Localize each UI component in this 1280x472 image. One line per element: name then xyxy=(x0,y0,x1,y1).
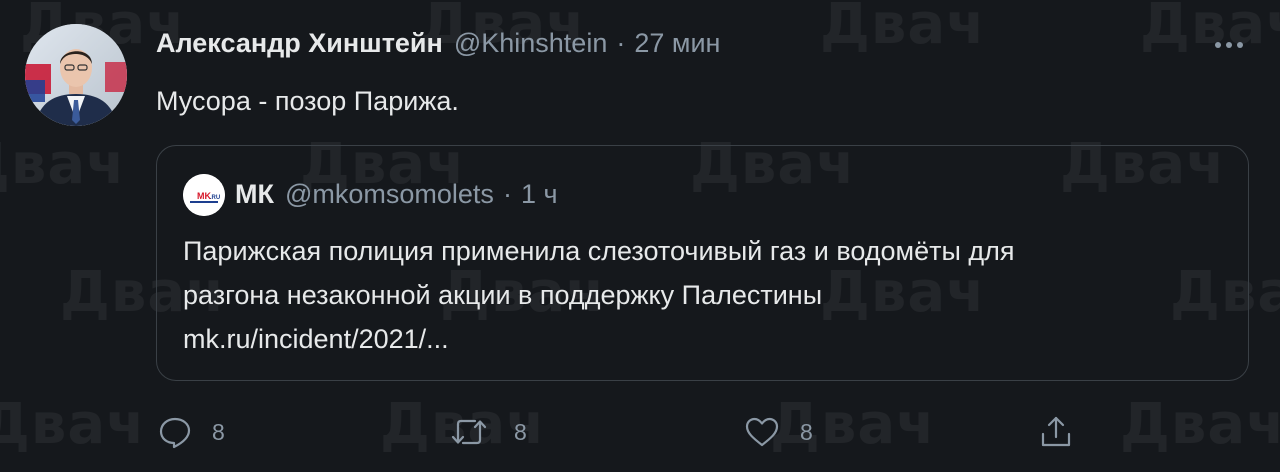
share-button[interactable] xyxy=(1038,408,1074,456)
tweet-page: Двач Двач Двач Двач Двач Двач Двач Двач … xyxy=(0,0,1280,472)
quote-timestamp[interactable]: 1 ч xyxy=(521,179,558,210)
more-options-button[interactable] xyxy=(1210,30,1254,60)
quote-text-line: разгона незаконной акции в поддержку Пал… xyxy=(183,280,823,310)
like-button[interactable]: 8 xyxy=(744,408,813,456)
tweet[interactable]: Александр Хинштейн @Khinshtein · 27 мин … xyxy=(0,0,1280,472)
reply-count: 8 xyxy=(212,418,225,445)
header-separator: · xyxy=(616,28,626,58)
quote-author-name[interactable]: МК xyxy=(235,179,274,210)
svg-text:.RU: .RU xyxy=(210,195,220,201)
reply-icon xyxy=(159,417,191,449)
like-count: 8 xyxy=(800,418,813,445)
share-icon xyxy=(1041,416,1071,447)
author-handle[interactable]: @Khinshtein xyxy=(454,28,608,59)
quote-text: Парижская полиция применила слезоточивый… xyxy=(183,229,1015,361)
retweet-count: 8 xyxy=(514,418,527,445)
reply-button[interactable]: 8 xyxy=(158,408,225,456)
quote-author-handle[interactable]: @mkomsomolets xyxy=(285,179,494,210)
author-avatar[interactable] xyxy=(25,24,127,126)
tweet-timestamp[interactable]: 27 мин xyxy=(634,28,720,59)
retweet-button[interactable]: 8 xyxy=(450,408,527,456)
retweet-icon xyxy=(451,419,487,445)
quote-header: МК @mkomsomolets · 1 ч xyxy=(235,179,558,210)
quoted-tweet[interactable]: MK .RU МК @mkomsomolets · 1 ч Парижская … xyxy=(156,145,1249,381)
author-name[interactable]: Александр Хинштейн xyxy=(156,28,443,59)
quote-avatar[interactable]: MK .RU xyxy=(183,174,225,216)
mk-logo-icon: MK .RU xyxy=(183,174,225,216)
more-options-icon xyxy=(1215,42,1243,48)
tweet-actions: 8 8 8 xyxy=(0,408,1280,456)
quote-link[interactable]: mk.ru/incident/2021/... xyxy=(183,317,1015,361)
tweet-text: Мусора - позор Парижа. xyxy=(156,86,459,116)
tweet-header: Александр Хинштейн @Khinshtein · 27 мин xyxy=(156,28,720,64)
heart-icon xyxy=(745,417,779,447)
quote-text-line: Парижская полиция применила слезоточивый… xyxy=(183,236,1015,266)
quote-separator: · xyxy=(502,179,512,209)
